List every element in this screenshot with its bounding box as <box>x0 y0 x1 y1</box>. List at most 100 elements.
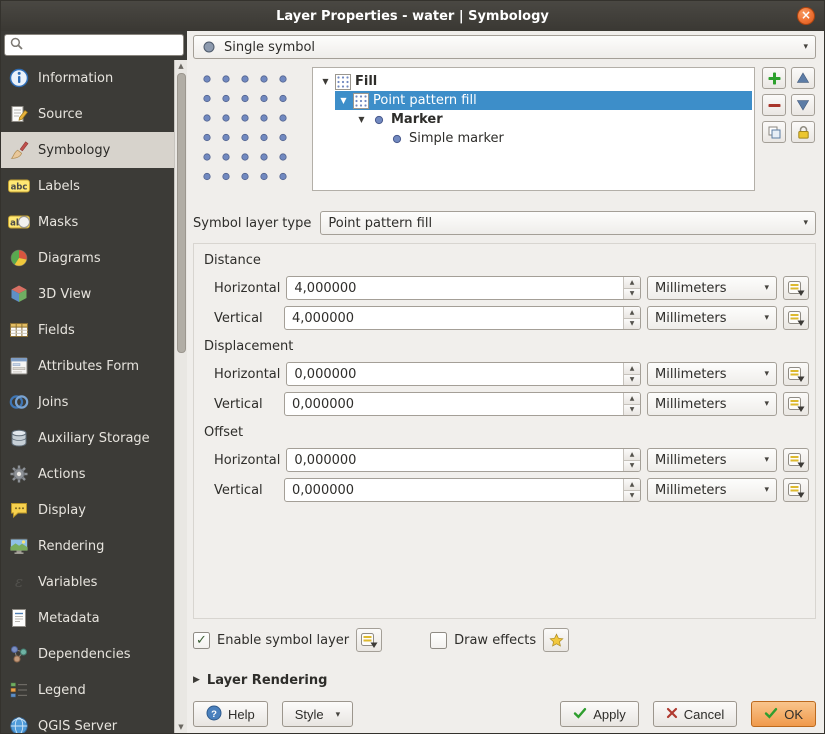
ok-button[interactable]: OK <box>751 701 816 727</box>
spin-down-button[interactable]: ▼ <box>624 461 640 472</box>
variables-icon: ε <box>7 571 30 593</box>
spin-down-button[interactable]: ▼ <box>624 405 640 416</box>
style-button[interactable]: Style ▾ <box>282 701 353 727</box>
scroll-up-icon[interactable]: ▲ <box>178 61 183 71</box>
spin-down-button[interactable]: ▼ <box>624 289 640 300</box>
distance-vertical-data-defined-button[interactable] <box>783 306 809 330</box>
add-symbol-layer-button[interactable] <box>762 67 786 89</box>
offset-vertical-input[interactable]: 0,000000▲▼ <box>284 478 641 502</box>
spin-up-button[interactable]: ▲ <box>624 393 640 405</box>
offset-vertical-value[interactable]: 0,000000 <box>285 479 623 501</box>
expander-icon[interactable]: ▼ <box>320 77 331 86</box>
offset-horizontal-value[interactable]: 0,000000 <box>287 449 623 471</box>
spin-up-button[interactable]: ▲ <box>624 307 640 319</box>
sidebar-item-rendering[interactable]: Rendering <box>1 528 174 564</box>
apply-button[interactable]: Apply <box>560 701 639 727</box>
spin-down-button[interactable]: ▼ <box>624 319 640 330</box>
distance-horizontal-value[interactable]: 4,000000 <box>287 277 623 299</box>
cancel-button[interactable]: Cancel <box>653 701 737 727</box>
displacement-vertical-input[interactable]: 0,000000▲▼ <box>284 392 641 416</box>
sidebar-item-information[interactable]: Information <box>1 60 174 96</box>
displacement-vertical-value[interactable]: 0,000000 <box>285 393 623 415</box>
tree-row-point-pattern-fill[interactable]: ▼Point pattern fill <box>335 91 752 110</box>
sidebar-item-joins[interactable]: Joins <box>1 384 174 420</box>
displacement-vertical-data-defined-button[interactable] <box>783 392 809 416</box>
tree-row-marker[interactable]: ▼Marker <box>353 110 752 129</box>
displacement-horizontal-input[interactable]: 0,000000▲▼ <box>286 362 641 386</box>
sidebar-item-variables[interactable]: εVariables <box>1 564 174 600</box>
metadata-icon <box>7 607 30 629</box>
dialog-button-box: ? Help Style ▾ Apply Cancel <box>193 701 816 727</box>
help-button-label: Help <box>228 707 255 722</box>
offset-vertical-data-defined-button[interactable] <box>783 478 809 502</box>
sidebar-item-label: Legend <box>38 683 86 698</box>
layer-rendering-group[interactable]: ▶ Layer Rendering <box>193 671 816 689</box>
spin-up-button[interactable]: ▲ <box>624 479 640 491</box>
symbol-layer-type-select[interactable]: Point pattern fill ▾ <box>320 211 816 235</box>
expander-icon[interactable]: ▼ <box>338 96 349 105</box>
spin-down-button[interactable]: ▼ <box>624 375 640 386</box>
draw-effects-checkbox[interactable] <box>430 632 447 649</box>
spin-up-button[interactable]: ▲ <box>624 449 640 461</box>
sidebar-item-dependencies[interactable]: Dependencies <box>1 636 174 672</box>
remove-symbol-layer-button[interactable] <box>762 94 786 116</box>
enable-symbol-layer-checkbox[interactable]: ✓ <box>193 632 210 649</box>
distance-horizontal-input[interactable]: 4,000000▲▼ <box>286 276 641 300</box>
sidebar-search[interactable] <box>4 34 184 56</box>
window-title: Layer Properties - water | Symbology <box>276 9 549 24</box>
scroll-down-icon[interactable]: ▼ <box>178 722 183 732</box>
sidebar-item-diagrams[interactable]: Diagrams <box>1 240 174 276</box>
sidebar-item-auxiliary-storage[interactable]: Auxiliary Storage <box>1 420 174 456</box>
duplicate-symbol-layer-button[interactable] <box>762 121 786 143</box>
actions-icon <box>7 463 30 485</box>
sidebar-item-legend[interactable]: Legend <box>1 672 174 708</box>
offset-horizontal-unit-select[interactable]: Millimeters▾ <box>647 448 777 472</box>
distance-horizontal-unit-select[interactable]: Millimeters▾ <box>647 276 777 300</box>
displacement-horizontal-unit-select[interactable]: Millimeters▾ <box>647 362 777 386</box>
sidebar-item-metadata[interactable]: Metadata <box>1 600 174 636</box>
sidebar-item-symbology[interactable]: Symbology <box>1 132 174 168</box>
sidebar-scrollbar[interactable]: ▲ ▼ <box>174 60 187 733</box>
sidebar-item-fields[interactable]: Fields <box>1 312 174 348</box>
sidebar-item-actions[interactable]: Actions <box>1 456 174 492</box>
effects-options-button[interactable] <box>543 628 569 652</box>
sidebar-item-source[interactable]: Source <box>1 96 174 132</box>
help-button[interactable]: ? Help <box>193 701 268 727</box>
sidebar-item-3d-view[interactable]: 3D View <box>1 276 174 312</box>
tree-row-simple-marker[interactable]: Simple marker <box>371 129 752 148</box>
expander-icon[interactable]: ▼ <box>356 115 367 124</box>
displacement-horizontal-data-defined-button[interactable] <box>783 362 809 386</box>
move-up-button[interactable] <box>791 67 815 89</box>
distance-vertical-unit-select[interactable]: Millimeters▾ <box>647 306 777 330</box>
distance-vertical-input[interactable]: 4,000000▲▼ <box>284 306 641 330</box>
sidebar-item-qgis-server[interactable]: QGIS Server <box>1 708 174 733</box>
close-button[interactable]: × <box>797 7 815 25</box>
displacement-horizontal-value[interactable]: 0,000000 <box>287 363 623 385</box>
titlebar[interactable]: Layer Properties - water | Symbology × <box>1 1 824 31</box>
spin-up-button[interactable]: ▲ <box>624 277 640 289</box>
tree-row-fill[interactable]: ▼Fill <box>317 72 752 91</box>
displacement-vertical-unit-select[interactable]: Millimeters▾ <box>647 392 777 416</box>
sidebar-item-masks[interactable]: abMasks <box>1 204 174 240</box>
cancel-x-icon <box>666 707 678 722</box>
offset-horizontal-input[interactable]: 0,000000▲▼ <box>286 448 641 472</box>
lock-colors-button[interactable] <box>791 121 815 143</box>
move-down-button[interactable] <box>791 94 815 116</box>
search-input[interactable] <box>28 38 178 52</box>
scrollbar-thumb[interactable] <box>177 73 186 353</box>
sidebar-item-display[interactable]: Display <box>1 492 174 528</box>
distance-vertical-value[interactable]: 4,000000 <box>285 307 623 329</box>
distance-horizontal-data-defined-button[interactable] <box>783 276 809 300</box>
sidebar-item-labels[interactable]: abcLabels <box>1 168 174 204</box>
diagrams-icon <box>7 247 30 269</box>
spin-down-button[interactable]: ▼ <box>624 491 640 502</box>
enable-layer-data-defined-button[interactable] <box>356 628 382 652</box>
offset-horizontal-data-defined-button[interactable] <box>783 448 809 472</box>
renderer-select[interactable]: Single symbol ▾ <box>193 35 816 59</box>
attributes-form-icon <box>7 355 30 377</box>
3d-view-icon <box>7 283 30 305</box>
sidebar-item-label: Rendering <box>38 539 104 554</box>
sidebar-item-attributes-form[interactable]: Attributes Form <box>1 348 174 384</box>
spin-up-button[interactable]: ▲ <box>624 363 640 375</box>
offset-vertical-unit-select[interactable]: Millimeters▾ <box>647 478 777 502</box>
